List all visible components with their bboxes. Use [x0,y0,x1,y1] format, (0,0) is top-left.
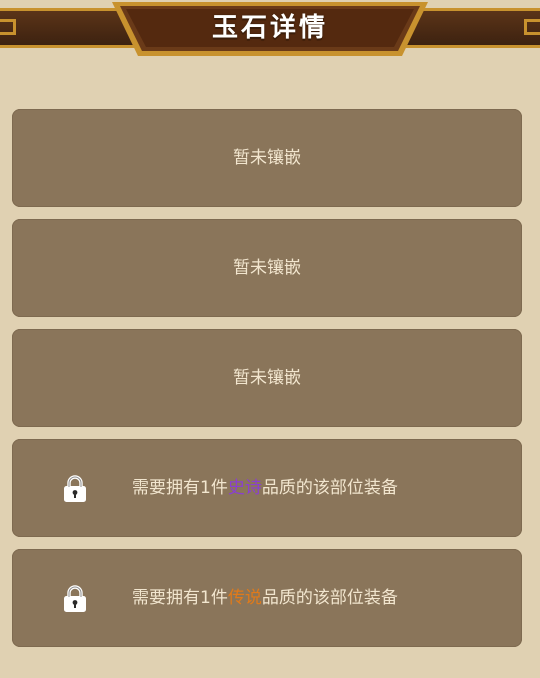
slot-status-text: 暂未镶嵌 [233,368,301,388]
gem-slot[interactable]: 暂未镶嵌 [12,219,522,317]
requirement-prefix: 需要拥有1件 [132,478,228,498]
gem-slot[interactable]: 暂未镶嵌 [12,329,522,427]
unlock-requirement-text: 需要拥有1件传说品质的该部位装备 [132,549,472,647]
header-ornament-right [524,19,540,35]
gem-slot-list: 暂未镶嵌 暂未镶嵌 暂未镶嵌 需要拥有1件史诗品质的该部位装备 需要拥有1件传说… [12,109,522,659]
lock-icon [64,585,86,612]
requirement-suffix: 品质的该部位装备 [261,478,398,498]
title-plate: 玉石详情 [108,0,432,58]
jade-details-panel: 玉石详情 暂未镶嵌 暂未镶嵌 暂未镶嵌 需要拥有1件史诗品质的该部位装备 需要拥… [0,0,540,678]
page-title: 玉石详情 [211,13,328,43]
unlock-requirement-text: 需要拥有1件史诗品质的该部位装备 [132,439,472,537]
gem-slot[interactable]: 暂未镶嵌 [12,109,522,207]
quality-name: 传说 [227,588,262,608]
quality-name: 史诗 [227,478,262,498]
locked-gem-slot[interactable]: 需要拥有1件史诗品质的该部位装备 [12,439,522,537]
lock-icon [64,475,86,502]
header-ornament-left [0,19,16,35]
slot-status-text: 暂未镶嵌 [233,148,301,168]
locked-gem-slot[interactable]: 需要拥有1件传说品质的该部位装备 [12,549,522,647]
requirement-prefix: 需要拥有1件 [132,588,228,608]
slot-status-text: 暂未镶嵌 [233,258,301,278]
requirement-suffix: 品质的该部位装备 [261,588,398,608]
